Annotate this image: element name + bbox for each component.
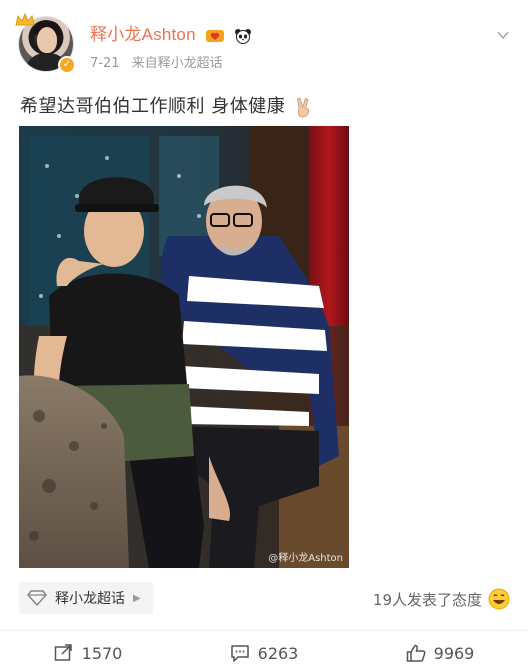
attitude-text: 19人发表了态度 xyxy=(372,590,482,609)
attitude-summary[interactable]: 19人发表了态度 xyxy=(373,588,510,610)
like-count: 9969 xyxy=(433,643,475,663)
repost-icon xyxy=(54,644,72,661)
post-meta: 7-21 来自释小龙超话 xyxy=(90,52,223,71)
action-bar: 1570 6263 9969 xyxy=(0,636,528,670)
post-date: 7-21 xyxy=(90,56,120,71)
like-button[interactable]: 9969 xyxy=(352,636,528,670)
comment-icon xyxy=(230,645,249,662)
diamond-topic-icon xyxy=(27,590,47,606)
topic-link[interactable]: 释小龙超话 ▶ xyxy=(19,582,153,614)
verified-badge-icon: ✓ xyxy=(58,56,76,74)
divider xyxy=(0,630,528,631)
image-watermark: @释小龙Ashton xyxy=(268,553,343,564)
vip-heart-icon xyxy=(205,29,224,42)
like-icon xyxy=(406,644,426,662)
post-image[interactable]: @释小龙Ashton xyxy=(19,126,349,568)
post-text-content: 希望达哥伯伯工作顺利 身体健康 xyxy=(20,96,286,117)
chevron-right-icon: ▶ xyxy=(133,592,141,604)
victory-hand-emoji-icon xyxy=(297,97,310,118)
repost-button[interactable]: 1570 xyxy=(0,636,176,670)
avatar[interactable]: ✓ xyxy=(15,12,76,74)
topic-label: 释小龙超话 xyxy=(55,591,125,607)
comment-button[interactable]: 6263 xyxy=(176,636,352,670)
source-prefix: 来自 xyxy=(131,56,158,71)
username[interactable]: 释小龙Ashton xyxy=(90,25,196,44)
comment-count: 6263 xyxy=(257,643,299,663)
source-link[interactable]: 释小龙超话 xyxy=(158,56,223,71)
repost-count: 1570 xyxy=(81,643,123,663)
username-link[interactable]: 释小龙Ashton xyxy=(90,20,252,45)
post-header: ✓ 释小龙Ashton 7-21 来自释小龙超话 xyxy=(0,0,528,88)
post-text: 希望达哥伯伯工作顺利 身体健康 xyxy=(20,92,315,118)
crown-icon xyxy=(15,12,35,26)
panda-emoji-icon xyxy=(234,28,251,44)
photo-illustration xyxy=(19,126,349,568)
smile-emoji-icon xyxy=(488,588,510,610)
chevron-down-icon[interactable] xyxy=(496,28,510,42)
